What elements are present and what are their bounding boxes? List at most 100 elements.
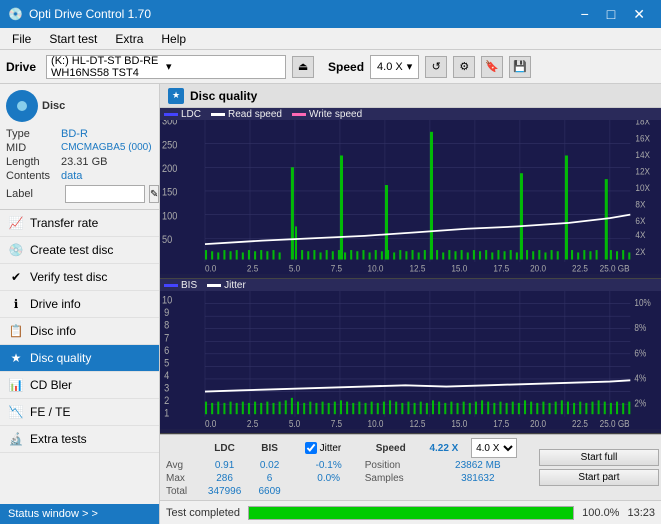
start-full-button[interactable]: Start full (539, 449, 659, 466)
close-button[interactable]: ✕ (625, 5, 653, 23)
drive-select[interactable]: (K:) HL-DT-ST BD-RE WH16NS58 TST4 ▾ (46, 55, 286, 79)
avg-row-label: Avg (162, 459, 199, 472)
disc-quality-title: Disc quality (190, 89, 257, 103)
sidebar-item-verify-test-disc[interactable]: ✔ Verify test disc (0, 264, 159, 291)
status-window-button[interactable]: Status window > > (0, 504, 159, 524)
svg-text:8: 8 (164, 320, 169, 332)
empty-cell-8 (467, 485, 535, 498)
charts-area: LDC Read speed Write speed (160, 108, 661, 434)
drive-info-icon: ℹ (8, 296, 24, 312)
status-text: Test completed (166, 507, 240, 519)
svg-text:10.0: 10.0 (368, 263, 384, 274)
read-speed-color-dot (211, 113, 225, 116)
disc-header: Disc (6, 90, 153, 122)
settings-icon[interactable]: ⚙ (453, 56, 475, 78)
empty-cell-5 (301, 485, 357, 498)
svg-text:2.5: 2.5 (247, 418, 258, 429)
ldc-color-dot (164, 113, 178, 116)
bookmark-icon[interactable]: 🔖 (481, 56, 503, 78)
samples-label: Samples (357, 472, 421, 485)
empty-cell-6 (357, 485, 421, 498)
progress-bar-fill (249, 507, 573, 519)
maximize-button[interactable]: □ (599, 5, 623, 23)
menu-extra[interactable]: Extra (107, 30, 151, 47)
read-speed-legend-label: Read speed (228, 109, 282, 120)
read-speed-legend-item: Read speed (211, 109, 282, 120)
disc-header-labels: Disc (42, 100, 65, 112)
max-jitter: 0.0% (301, 472, 357, 485)
progress-bar-container (248, 506, 574, 520)
disc-mid-row: MID CMCMAGBA5 (000) (6, 142, 153, 154)
col-header-speed-label: Speed (357, 437, 421, 459)
bis-color-dot (164, 284, 178, 287)
sidebar-item-disc-quality[interactable]: ★ Disc quality (0, 345, 159, 372)
speed-value: 4.0 X (377, 61, 403, 73)
disc-info-rows: Type BD-R MID CMCMAGBA5 (000) Length 23.… (6, 128, 153, 203)
svg-text:2.5: 2.5 (247, 263, 258, 274)
sidebar-item-drive-info[interactable]: ℹ Drive info (0, 291, 159, 318)
svg-text:18X: 18X (635, 120, 650, 127)
total-ldc: 347996 (199, 485, 251, 498)
sidebar-item-transfer-rate[interactable]: 📈 Transfer rate (0, 210, 159, 237)
refresh-icon[interactable]: ↺ (425, 56, 447, 78)
right-col-buttons: Start full Start part (539, 437, 659, 498)
svg-text:5.0: 5.0 (289, 263, 300, 274)
jitter-color-dot (207, 284, 221, 287)
svg-text:12.5: 12.5 (409, 418, 425, 429)
create-disc-icon: 💿 (8, 242, 24, 258)
svg-text:17.5: 17.5 (493, 263, 509, 274)
drive-label: Drive (6, 60, 36, 74)
svg-text:6: 6 (164, 345, 169, 357)
label-input[interactable] (65, 185, 145, 203)
svg-text:6%: 6% (634, 347, 646, 358)
type-value: BD-R (61, 128, 88, 140)
max-row-label: Max (162, 472, 199, 485)
ldc-legend-item: LDC (164, 109, 201, 120)
sidebar: Disc Type BD-R MID CMCMAGBA5 (000) Lengt… (0, 84, 160, 524)
app-icon: 💿 (8, 7, 23, 21)
eject-icon[interactable]: ⏏ (292, 56, 314, 78)
time-text: 13:23 (627, 507, 655, 519)
sidebar-item-disc-info[interactable]: 📋 Disc info (0, 318, 159, 345)
bis-chart: BIS Jitter (160, 279, 661, 434)
svg-text:20.0: 20.0 (530, 418, 546, 429)
svg-text:1: 1 (164, 408, 169, 420)
avg-ldc: 0.91 (199, 459, 251, 472)
disc-panel: Disc Type BD-R MID CMCMAGBA5 (000) Lengt… (0, 84, 159, 210)
menu-file[interactable]: File (4, 30, 39, 47)
mid-value: CMCMAGBA5 (000) (61, 142, 152, 154)
jitter-checkbox[interactable] (305, 442, 317, 454)
drive-toolbar: Drive (K:) HL-DT-ST BD-RE WH16NS58 TST4 … (0, 50, 661, 84)
disc-inner-icon (17, 101, 27, 111)
start-part-button[interactable]: Start part (539, 469, 659, 486)
save-icon[interactable]: 💾 (509, 56, 531, 78)
sidebar-item-fe-te[interactable]: 📉 FE / TE (0, 399, 159, 426)
svg-text:22.5: 22.5 (572, 263, 588, 274)
svg-text:5: 5 (164, 357, 169, 369)
speed-select[interactable]: 4.0 X ▾ (370, 55, 419, 79)
avg-bis: 0.02 (251, 459, 289, 472)
contents-label: Contents (6, 170, 61, 182)
disc-quality-header: ★ Disc quality (160, 84, 661, 108)
nav-label-cd-bler: CD Bler (30, 378, 72, 392)
title-bar: 💿 Opti Drive Control 1.70 − □ ✕ (0, 0, 661, 28)
svg-text:300: 300 (162, 120, 178, 128)
sidebar-item-create-test-disc[interactable]: 💿 Create test disc (0, 237, 159, 264)
label-edit-button[interactable]: ✎ (149, 185, 159, 203)
sidebar-item-cd-bler[interactable]: 📊 CD Bler (0, 372, 159, 399)
disc-length-row: Length 23.31 GB (6, 156, 153, 168)
minimize-button[interactable]: − (573, 5, 597, 23)
svg-text:22.5: 22.5 (572, 418, 588, 429)
extra-tests-icon: 🔬 (8, 431, 24, 447)
stats-section: LDC BIS Jitter Speed (160, 434, 661, 500)
sidebar-item-extra-tests[interactable]: 🔬 Extra tests (0, 426, 159, 453)
ldc-legend: LDC Read speed Write speed (160, 108, 661, 120)
title-bar-controls: − □ ✕ (573, 5, 653, 23)
svg-text:25.0 GB: 25.0 GB (600, 418, 630, 429)
menu-start-test[interactable]: Start test (41, 30, 105, 47)
speed-select-dropdown[interactable]: 4.0 X (471, 438, 517, 458)
speed-label: Speed (328, 60, 364, 74)
menu-help[interactable]: Help (153, 30, 194, 47)
max-bis: 6 (251, 472, 289, 485)
svg-text:12.5: 12.5 (409, 263, 425, 274)
